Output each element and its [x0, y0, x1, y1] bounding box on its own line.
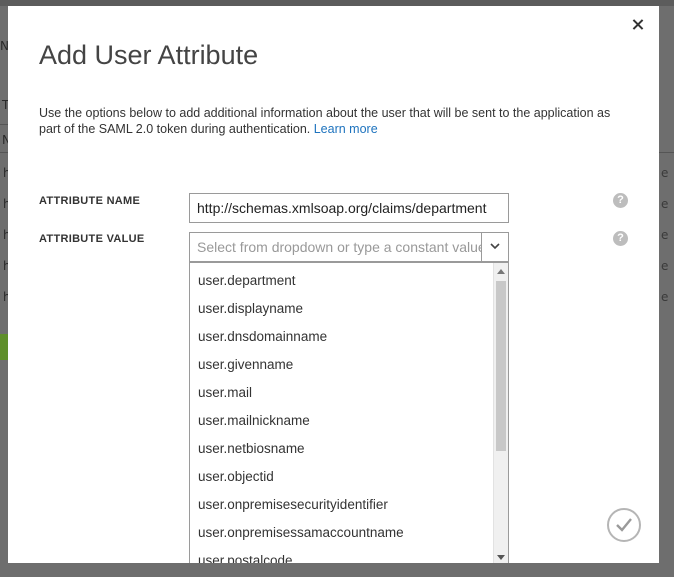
background-text: e: [661, 228, 669, 242]
scrollbar-thumb[interactable]: [496, 281, 506, 451]
dropdown-toggle-button[interactable]: [481, 233, 508, 261]
background-divider: [0, 152, 8, 153]
checkmark-icon: [616, 518, 632, 532]
background-text: e: [661, 166, 669, 180]
help-icon[interactable]: ?: [613, 231, 628, 246]
dropdown-option[interactable]: user.dnsdomainname: [190, 323, 493, 351]
chevron-down-icon: [490, 243, 500, 250]
dropdown-scrollbar[interactable]: [493, 263, 508, 563]
attribute-value-input[interactable]: Select from dropdown or type a constant …: [190, 233, 482, 261]
dropdown-option[interactable]: user.givenname: [190, 351, 493, 379]
learn-more-link[interactable]: Learn more: [314, 122, 378, 136]
dropdown-option[interactable]: user.mail: [190, 379, 493, 407]
background-text: e: [661, 259, 669, 273]
dropdown-option[interactable]: user.onpremisessamaccountname: [190, 519, 493, 547]
attribute-name-label: ATTRIBUTE NAME: [39, 195, 141, 207]
background-button: [0, 334, 8, 360]
dropdown-option[interactable]: user.netbiosname: [190, 435, 493, 463]
dialog-title: Add User Attribute: [39, 40, 259, 70]
dropdown-option[interactable]: user.displayname: [190, 295, 493, 323]
background-divider: [659, 152, 674, 153]
scroll-up-arrow-icon[interactable]: [497, 269, 505, 274]
attribute-value-dropdown: user.department user.displayname user.dn…: [189, 262, 509, 563]
dropdown-list: user.department user.displayname user.dn…: [190, 267, 493, 563]
attribute-value-label: ATTRIBUTE VALUE: [39, 233, 145, 245]
scroll-down-arrow-icon[interactable]: [497, 555, 505, 560]
background-divider: [0, 124, 8, 125]
confirm-button[interactable]: [607, 508, 641, 542]
dropdown-option[interactable]: user.objectid: [190, 463, 493, 491]
dialog-description: Use the options below to add additional …: [39, 105, 629, 137]
dropdown-option[interactable]: user.mailnickname: [190, 407, 493, 435]
background-text: e: [661, 290, 669, 304]
help-icon[interactable]: ?: [613, 193, 628, 208]
dropdown-option[interactable]: user.department: [190, 267, 493, 295]
add-user-attribute-dialog: Add User Attribute Use the options below…: [8, 6, 659, 563]
dropdown-option[interactable]: user.postalcode: [190, 547, 493, 563]
close-icon[interactable]: [631, 18, 645, 32]
attribute-name-input[interactable]: http://schemas.xmlsoap.org/claims/depart…: [189, 193, 509, 223]
attribute-value-combobox[interactable]: Select from dropdown or type a constant …: [189, 232, 509, 262]
background-text: e: [661, 197, 669, 211]
dropdown-option[interactable]: user.onpremisesecurityidentifier: [190, 491, 493, 519]
